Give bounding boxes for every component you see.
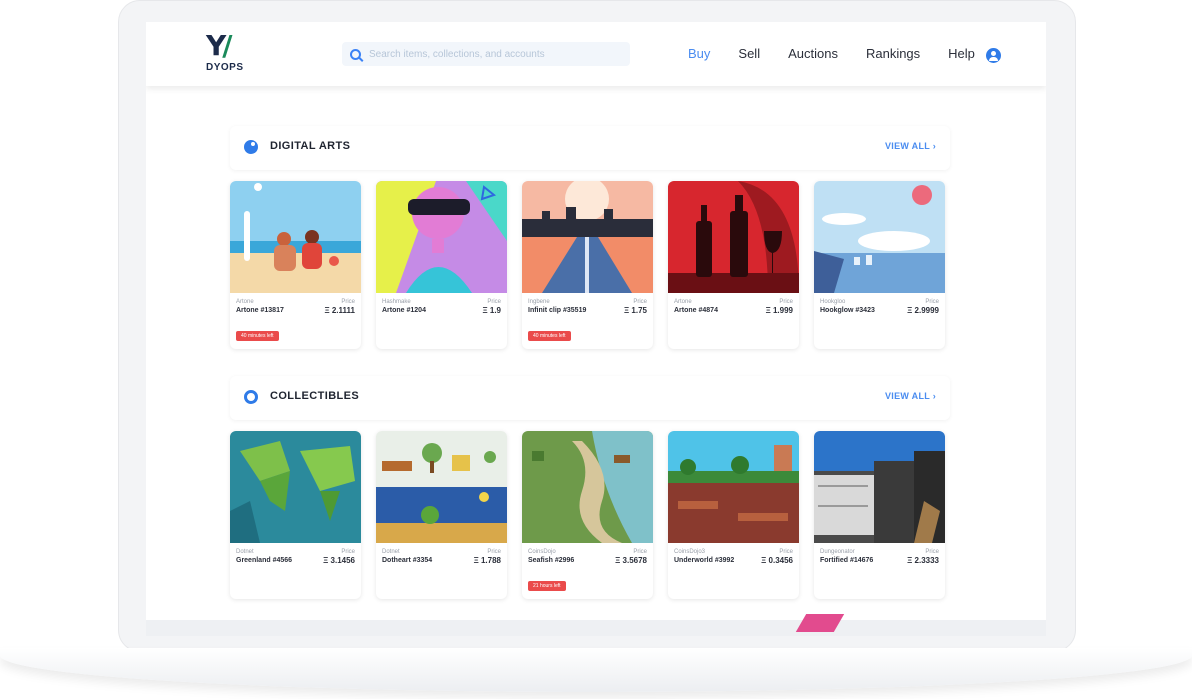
card-row: Artone Price Artone #13817 Ξ 2.1111 40 m…	[230, 181, 960, 349]
price-label: Price	[633, 549, 647, 555]
nav-buy[interactable]: Buy	[688, 46, 710, 61]
item-price: Ξ 1.9	[482, 306, 502, 315]
nft-card[interactable]: Dungeonator Price Fortified #14676 Ξ 2.3…	[814, 431, 945, 599]
nft-image	[668, 181, 799, 293]
nft-image	[522, 431, 653, 543]
item-name: Hookglow #3423	[820, 307, 875, 314]
item-price: Ξ 2.3333	[907, 556, 939, 565]
section-header: DIGITAL ARTS VIEW ALL ›	[230, 126, 950, 170]
item-name: Underworld #3992	[674, 557, 735, 564]
nft-image	[230, 181, 361, 293]
price-label: Price	[487, 549, 501, 555]
section-title: DIGITAL ARTS	[270, 140, 351, 152]
nft-image	[376, 431, 507, 543]
item-price: Ξ 2.9999	[907, 306, 939, 315]
nft-card[interactable]: Dotnet Price Greenland #4566 Ξ 3.1456	[230, 431, 361, 599]
search-icon	[350, 48, 361, 60]
nft-card[interactable]: Dotnet Price Dotheart #3354 Ξ 1.788	[376, 431, 507, 599]
account-icon[interactable]	[986, 48, 1001, 63]
globe-icon	[244, 390, 258, 404]
price-label: Price	[925, 299, 939, 305]
nft-card[interactable]: Ingbene Price Infinit clip #35519 Ξ 1.75…	[522, 181, 653, 349]
collection-name: Dotnet	[236, 549, 254, 555]
nav-help[interactable]: Help	[948, 46, 975, 61]
price-label: Price	[487, 299, 501, 305]
nav-sell[interactable]: Sell	[738, 46, 760, 61]
item-price: Ξ 0.3456	[761, 556, 793, 565]
card-row: Dotnet Price Greenland #4566 Ξ 3.1456 Do…	[230, 431, 960, 599]
view-all-link[interactable]: VIEW ALL ›	[885, 391, 936, 401]
nft-image	[814, 431, 945, 543]
nft-image	[376, 181, 507, 293]
section-digital-arts: DIGITAL ARTS VIEW ALL › Artone Price Art…	[230, 126, 950, 349]
logo-mark-icon: Y/	[206, 29, 233, 62]
price-label: Price	[779, 299, 793, 305]
item-price: Ξ 3.1456	[323, 556, 355, 565]
nav-auctions[interactable]: Auctions	[788, 46, 838, 61]
view-all-link[interactable]: VIEW ALL ›	[885, 141, 936, 151]
price-label: Price	[341, 549, 355, 555]
section-title: COLLECTIBLES	[270, 390, 360, 402]
item-name: Greenland #4566	[236, 557, 293, 564]
nft-image	[668, 431, 799, 543]
item-name: Artone #13817	[236, 307, 284, 314]
app-screen: Y/ DYOPS Buy Sell Auctions Rankings Help…	[146, 22, 1046, 636]
collection-name: Dungeonator	[820, 549, 855, 555]
nft-card[interactable]: Hookgloo Price Hookglow #3423 Ξ 2.9999	[814, 181, 945, 349]
item-price: Ξ 2.1111	[324, 306, 355, 315]
price-label: Price	[925, 549, 939, 555]
brand-logo[interactable]: Y/ DYOPS	[206, 32, 256, 80]
item-price: Ξ 1.788	[473, 556, 501, 565]
nft-image	[522, 181, 653, 293]
nft-card[interactable]: Hashmake Price Artone #1204 Ξ 1.9	[376, 181, 507, 349]
time-left-badge: 21 hours left	[528, 581, 566, 591]
palette-icon	[244, 140, 258, 154]
nft-card[interactable]: Artone Price Artone #13817 Ξ 2.1111 40 m…	[230, 181, 361, 349]
collection-name: Hashmake	[382, 299, 411, 305]
item-name: Fortified #14676	[820, 557, 874, 564]
collection-name: CoinsDojo	[528, 549, 556, 555]
nft-image	[230, 431, 361, 543]
search-input[interactable]	[369, 48, 609, 60]
laptop-base	[0, 648, 1192, 692]
nft-card[interactable]: Artone Price Artone #4874 Ξ 1.999	[668, 181, 799, 349]
item-name: Dotheart #3354	[382, 557, 433, 564]
search-bar[interactable]	[342, 42, 630, 66]
page-footer-edge	[146, 620, 1046, 636]
nft-card[interactable]: CoinsDojo3 Price Underworld #3992 Ξ 0.34…	[668, 431, 799, 599]
item-name: Artone #4874	[674, 307, 718, 314]
collection-name: Dotnet	[382, 549, 400, 555]
item-price: Ξ 1.999	[765, 306, 793, 315]
price-label: Price	[341, 299, 355, 305]
time-left-badge: 40 minutes left	[236, 331, 279, 341]
time-left-badge: 40 minutes left	[528, 331, 571, 341]
collection-name: Artone	[236, 299, 254, 305]
item-name: Infinit clip #35519	[528, 307, 587, 314]
item-price: Ξ 3.5678	[615, 556, 647, 565]
section-collectibles: COLLECTIBLES VIEW ALL › Dotnet Price Gre…	[230, 376, 950, 599]
main-nav: Buy Sell Auctions Rankings Help	[688, 46, 1003, 61]
collection-name: Artone	[674, 299, 692, 305]
price-label: Price	[779, 549, 793, 555]
top-navbar: Y/ DYOPS Buy Sell Auctions Rankings Help	[146, 22, 1046, 86]
collection-name: Ingbene	[528, 299, 550, 305]
item-name: Artone #1204	[382, 307, 426, 314]
collection-name: Hookgloo	[820, 299, 846, 305]
item-price: Ξ 1.75	[624, 306, 647, 315]
section-header: COLLECTIBLES VIEW ALL ›	[230, 376, 950, 420]
brand-name: DYOPS	[206, 62, 244, 73]
nav-rankings[interactable]: Rankings	[866, 46, 920, 61]
collection-name: CoinsDojo3	[674, 549, 706, 555]
price-label: Price	[633, 299, 647, 305]
nft-image	[814, 181, 945, 293]
item-name: Seafish #2996	[528, 557, 575, 564]
nft-card[interactable]: CoinsDojo Price Seafish #2996 Ξ 3.5678 2…	[522, 431, 653, 599]
